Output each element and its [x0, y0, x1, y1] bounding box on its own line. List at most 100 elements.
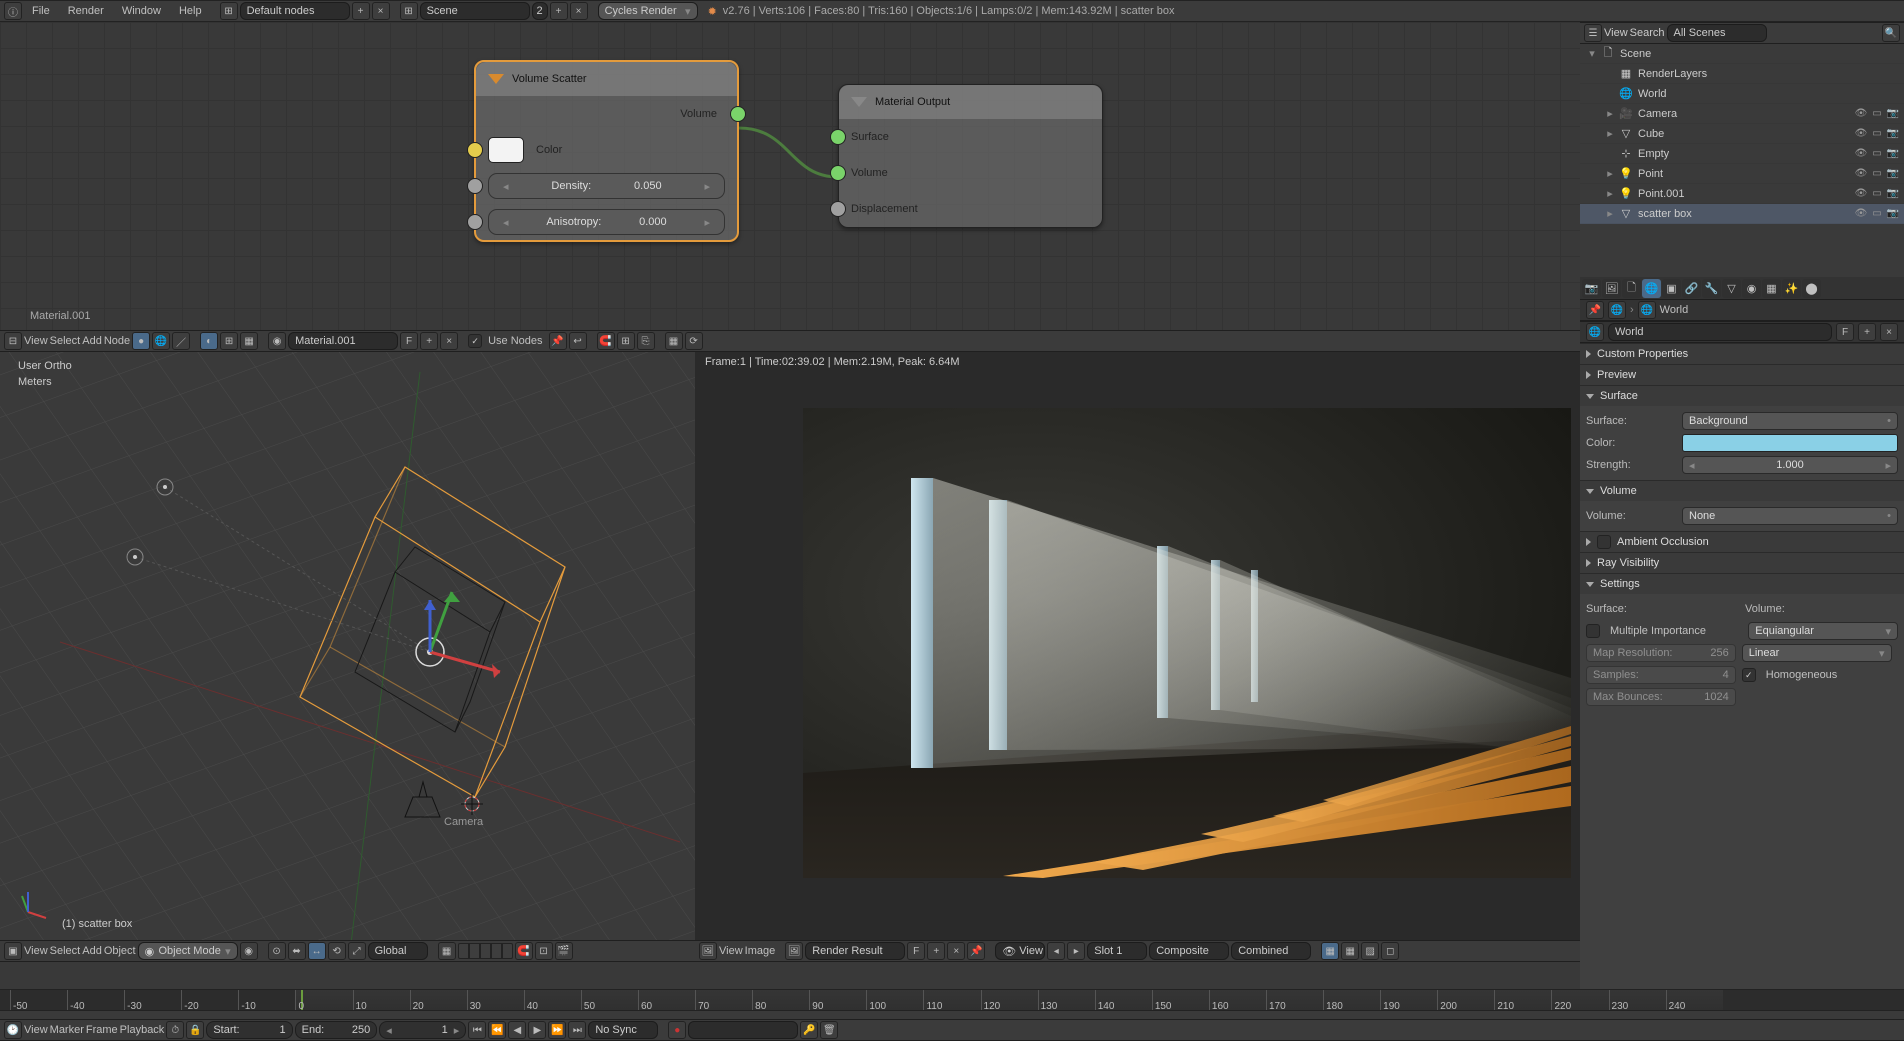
image-add-icon[interactable]: +: [927, 942, 945, 960]
render-icon[interactable]: 📷: [1886, 208, 1900, 219]
panel-volume[interactable]: Volume: [1580, 481, 1904, 501]
select-icon[interactable]: ▭: [1870, 148, 1884, 159]
select-icon[interactable]: ▭: [1870, 168, 1884, 179]
jump-next-key-icon[interactable]: ⏩: [548, 1021, 566, 1039]
autorender-icon[interactable]: ⟳: [685, 332, 703, 350]
layout-add-icon[interactable]: +: [352, 2, 370, 20]
play-icon[interactable]: ▶: [528, 1021, 546, 1039]
world-selector[interactable]: World: [1608, 323, 1832, 341]
tab-material-icon[interactable]: ◉: [1742, 279, 1761, 298]
node-input-density[interactable]: ◂Density:0.050▸: [476, 168, 737, 204]
scene-selector[interactable]: Scene: [420, 2, 530, 20]
menu-playback[interactable]: Playback: [120, 1024, 165, 1036]
backdrop-icon[interactable]: ▦: [665, 332, 683, 350]
keying-set-selector[interactable]: [688, 1021, 798, 1039]
tab-render-icon[interactable]: 📷: [1582, 279, 1601, 298]
snap-icon[interactable]: 🧲: [515, 942, 533, 960]
image-editor-icon[interactable]: 🖼: [699, 942, 717, 960]
material-selector[interactable]: Material.001: [288, 332, 398, 350]
render-result[interactable]: [803, 408, 1571, 878]
jump-prev-key-icon[interactable]: ⏪: [488, 1021, 506, 1039]
panel-preview[interactable]: Preview: [1580, 365, 1904, 385]
menu-view[interactable]: View: [24, 945, 48, 957]
socket-disp-in[interactable]: [830, 201, 846, 217]
select-icon[interactable]: ▭: [1870, 128, 1884, 139]
panel-surface[interactable]: Surface: [1580, 386, 1904, 406]
panel-rayvis[interactable]: Ray Visibility: [1580, 553, 1904, 573]
start-frame-field[interactable]: Start:1: [206, 1021, 292, 1039]
image-del-icon[interactable]: ×: [947, 942, 965, 960]
layout-del-icon[interactable]: ×: [372, 2, 390, 20]
render-engine-selector[interactable]: Cycles Render▾: [598, 2, 698, 20]
timeline-ruler[interactable]: -50-40-30-20-100102030405060708090100110…: [0, 989, 1904, 1011]
layer-button[interactable]: [458, 943, 469, 959]
world-color[interactable]: [1682, 434, 1898, 452]
channel-a-icon[interactable]: ▨: [1361, 942, 1379, 960]
menu-render[interactable]: Render: [60, 3, 112, 19]
shader-type-world-icon[interactable]: 🌐: [152, 332, 170, 350]
menu-window[interactable]: Window: [114, 3, 169, 19]
tab-data-icon[interactable]: ▽: [1722, 279, 1741, 298]
tab-texture-icon[interactable]: ▦: [1762, 279, 1781, 298]
snap-icon[interactable]: 🧲: [597, 332, 615, 350]
play-rev-icon[interactable]: ◀: [508, 1021, 526, 1039]
tree-type-tex-icon[interactable]: ▦: [240, 332, 258, 350]
layer-selector[interactable]: Composite: [1149, 942, 1229, 960]
interpolation-selector[interactable]: Linear▾: [1742, 644, 1892, 662]
volume-type-selector[interactable]: None•: [1682, 507, 1898, 525]
pin-icon[interactable]: 📌: [1586, 301, 1604, 319]
tab-modifiers-icon[interactable]: 🔧: [1702, 279, 1721, 298]
viewport-shading-icon[interactable]: ◉: [240, 942, 258, 960]
scene-del-icon[interactable]: ×: [570, 2, 588, 20]
world-del-icon[interactable]: ×: [1880, 323, 1898, 341]
tab-layers-icon[interactable]: 🖼: [1602, 279, 1621, 298]
surface-type-selector[interactable]: Background•: [1682, 412, 1898, 430]
slot-selector[interactable]: Slot 1: [1087, 942, 1147, 960]
tab-physics-icon[interactable]: ⬤: [1802, 279, 1821, 298]
render-icon[interactable]: 📷: [1886, 108, 1900, 119]
pin-icon[interactable]: 📌: [549, 332, 567, 350]
eye-icon[interactable]: 👁: [1854, 208, 1868, 219]
homogeneous-checkbox[interactable]: ✓: [1742, 668, 1756, 682]
viewport-canvas[interactable]: [0, 352, 695, 962]
lock-icon[interactable]: 🔒: [186, 1021, 204, 1039]
manipulator-scale-icon[interactable]: ⤢: [348, 942, 366, 960]
tab-particles-icon[interactable]: ✨: [1782, 279, 1801, 298]
select-icon[interactable]: ▭: [1870, 208, 1884, 219]
pivot-icon[interactable]: ⊙: [268, 942, 286, 960]
layer-button[interactable]: [480, 943, 491, 959]
material-browse-icon[interactable]: ◉: [268, 332, 286, 350]
select-icon[interactable]: ▭: [1870, 188, 1884, 199]
layout-selector[interactable]: Default nodes: [240, 2, 350, 20]
socket-density-in[interactable]: [467, 178, 483, 194]
timeline-editor-icon[interactable]: 🕑: [4, 1021, 22, 1039]
copy-nodes-icon[interactable]: ⎘: [637, 332, 655, 350]
image-pin2-icon[interactable]: 📌: [967, 942, 985, 960]
eye-icon[interactable]: 👁: [1854, 108, 1868, 119]
outliner-item-camera[interactable]: ▸🎥Camera👁▭📷: [1580, 104, 1904, 124]
ao-checkbox[interactable]: [1597, 535, 1611, 549]
eye-icon[interactable]: 👁: [1854, 188, 1868, 199]
menu-add[interactable]: Add: [82, 335, 102, 347]
autokey-icon[interactable]: ●: [668, 1021, 686, 1039]
outliner-item-cube[interactable]: ▸▽Cube👁▭📷: [1580, 124, 1904, 144]
render-view-selector[interactable]: 👁 View: [995, 942, 1045, 960]
layer-button[interactable]: [491, 943, 502, 959]
menu-view[interactable]: View: [24, 1024, 48, 1036]
material-add-icon[interactable]: +: [420, 332, 438, 350]
shader-type-object-icon[interactable]: ●: [132, 332, 150, 350]
tab-constraints-icon[interactable]: 🔗: [1682, 279, 1701, 298]
menu-add[interactable]: Add: [82, 945, 102, 957]
layer-button[interactable]: [502, 943, 513, 959]
outliner-item-renderlayers[interactable]: ▦RenderLayers: [1580, 64, 1904, 84]
key-insert-icon[interactable]: 🔑: [800, 1021, 818, 1039]
world-add-icon[interactable]: +: [1858, 323, 1876, 341]
scene-add-icon[interactable]: +: [550, 2, 568, 20]
strength-field[interactable]: ◂1.000▸: [1682, 456, 1898, 474]
menu-view[interactable]: View: [1604, 27, 1628, 39]
image-selector[interactable]: Render Result: [805, 942, 905, 960]
sampling-selector[interactable]: Equiangular▾: [1748, 622, 1898, 640]
slot-next-icon[interactable]: ▸: [1067, 942, 1085, 960]
select-icon[interactable]: ▭: [1870, 108, 1884, 119]
manipulator-trans-icon[interactable]: ↔: [308, 942, 326, 960]
